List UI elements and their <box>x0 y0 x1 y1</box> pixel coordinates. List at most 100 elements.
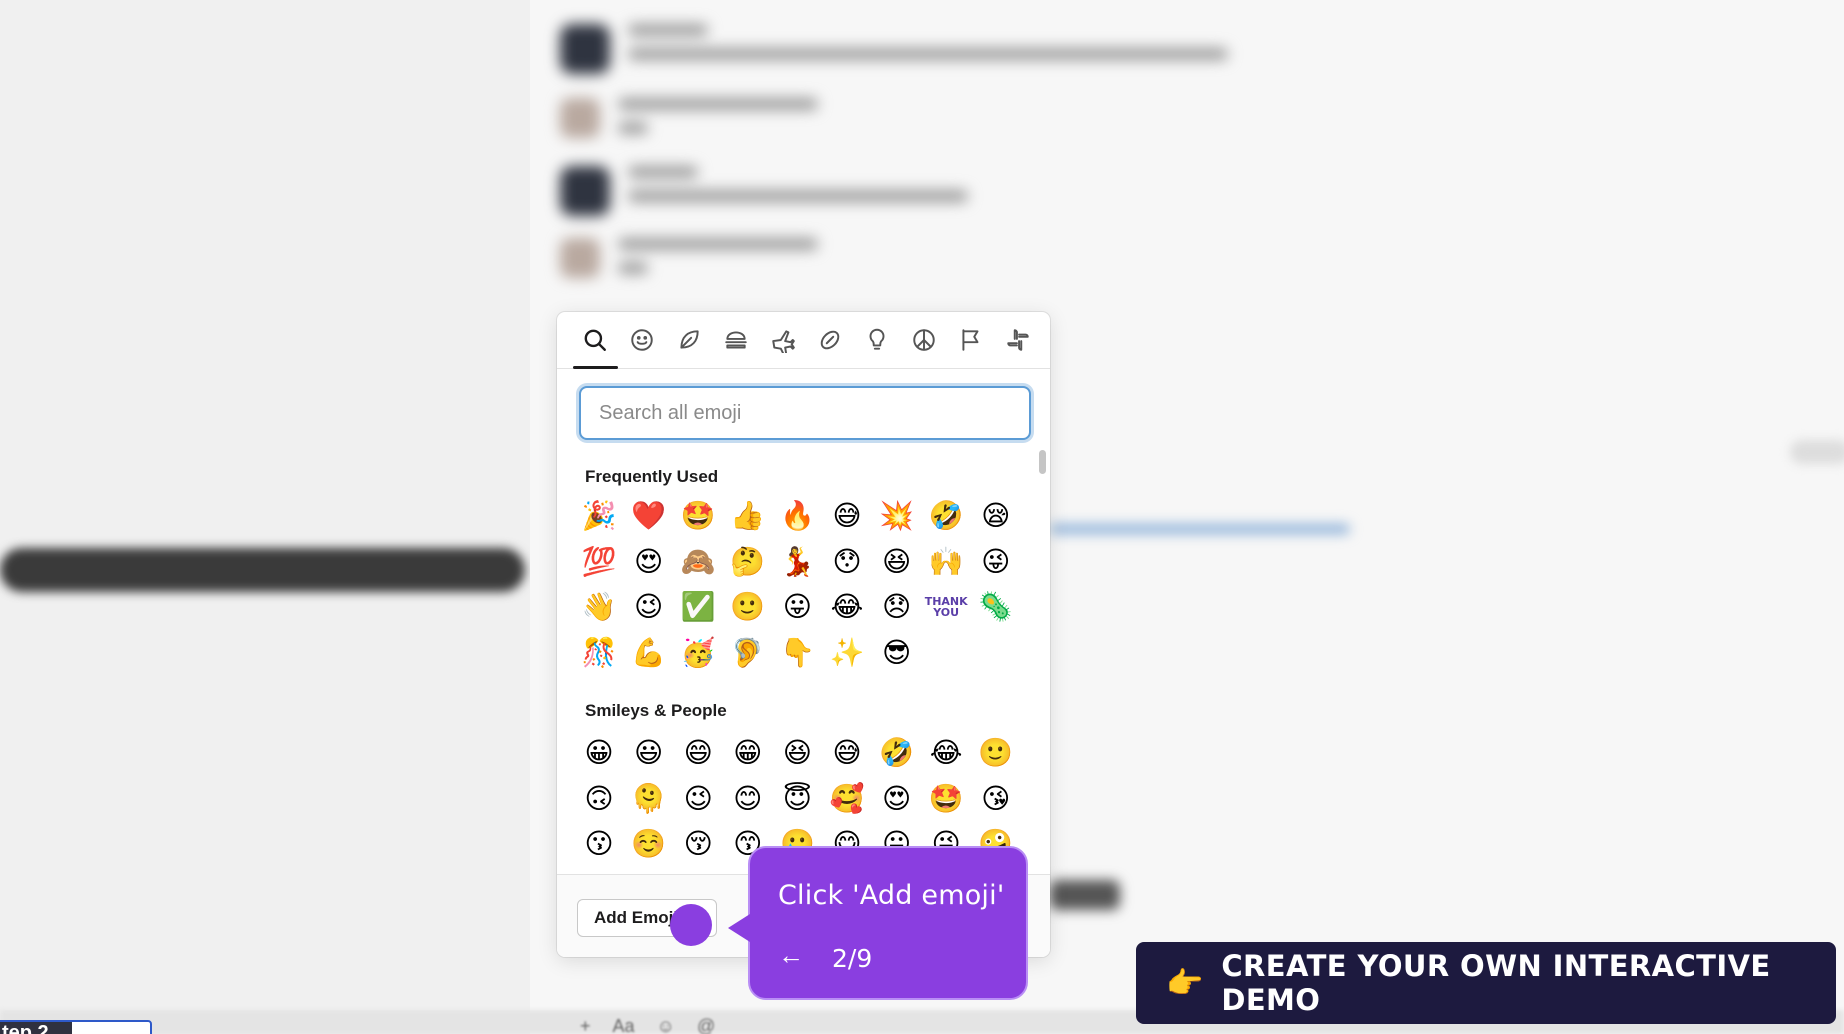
emoji-search-input[interactable] <box>579 386 1031 440</box>
blurred-link <box>1050 524 1350 534</box>
emoji-item[interactable]: 🥳 <box>678 633 718 673</box>
smiley-icon <box>630 329 653 351</box>
tab-activity[interactable] <box>806 312 853 369</box>
emoji-item[interactable]: 😅 <box>827 733 867 773</box>
emoji-item[interactable]: 🙌 <box>926 542 966 582</box>
emoji-item[interactable]: 👋 <box>579 587 619 627</box>
emoji-item[interactable]: 😘 <box>976 779 1016 819</box>
emoji-item[interactable]: 😚 <box>678 824 718 864</box>
emoji-item[interactable]: 🦠 <box>976 587 1016 627</box>
lightbulb-icon <box>869 328 884 350</box>
avatar <box>560 24 610 74</box>
emoji-item[interactable]: 😂 <box>926 733 966 773</box>
emoji-item[interactable]: 🫠 <box>629 779 669 819</box>
emoji-item[interactable]: 😯 <box>827 542 867 582</box>
emoji-list[interactable]: Frequently Used 🎉 ❤️ 🤩 👍 🔥 😅 💥 🤣 😪 💯 😍 🙈 🤔 💃 😯 😆 🙌 😜 👋 😉 ✅ 🙂 😛… <box>557 447 1037 887</box>
emoji-item[interactable]: 🦻 <box>728 633 768 673</box>
emoji-item[interactable]: 🙂 <box>728 587 768 627</box>
avatar <box>560 238 600 278</box>
pointing-hand-icon: 👉 <box>1166 966 1204 1000</box>
emoji-item[interactable]: 🔥 <box>777 496 817 536</box>
step-tag: tep 2 <box>0 1020 152 1034</box>
emoji-item[interactable]: 😆 <box>877 542 917 582</box>
emoji-item[interactable]: 😂 <box>827 587 867 627</box>
emoji-item[interactable]: 😞 <box>877 587 917 627</box>
emoji-item[interactable]: ✅ <box>678 587 718 627</box>
emoji-item[interactable]: 😉 <box>629 587 669 627</box>
emoji-item[interactable]: 👇 <box>777 633 817 673</box>
emoji-item[interactable]: 😪 <box>976 496 1016 536</box>
tab-custom[interactable] <box>994 312 1041 369</box>
emoji-item[interactable]: 😜 <box>976 542 1016 582</box>
emoji-item[interactable]: 😀 <box>579 733 619 773</box>
emoji-item[interactable]: 🙈 <box>678 542 718 582</box>
emoji-item[interactable]: 😆 <box>777 733 817 773</box>
emoji-item[interactable]: 😅 <box>827 496 867 536</box>
step-tag-label: tep 2 <box>0 1022 72 1034</box>
tab-flags[interactable] <box>947 312 994 369</box>
avatar <box>560 166 610 216</box>
blurred-composer-toolbar: + Aa ☺ @ <box>580 1016 715 1034</box>
emoji-item[interactable]: 💃 <box>777 542 817 582</box>
smiley-icon: ☺ <box>656 1016 675 1034</box>
emoji-search <box>579 386 1031 440</box>
emoji-item[interactable]: 🙃 <box>579 779 619 819</box>
emoji-item[interactable]: 😎 <box>877 633 917 673</box>
emoji-item[interactable]: 😊 <box>728 779 768 819</box>
emoji-item[interactable]: 😁 <box>728 733 768 773</box>
emoji-item[interactable]: 🤩 <box>926 779 966 819</box>
emoji-item[interactable]: 🤩 <box>678 496 718 536</box>
emoji-item[interactable]: ✨ <box>827 633 867 673</box>
emoji-item[interactable]: 😗 <box>579 824 619 864</box>
tab-symbols[interactable] <box>900 312 947 369</box>
blurred-message <box>560 238 818 286</box>
emoji-item[interactable]: 😇 <box>777 779 817 819</box>
emoji-item[interactable]: 🎉 <box>579 496 619 536</box>
tab-nature[interactable] <box>665 312 712 369</box>
airplane-icon <box>771 330 795 353</box>
peace-icon <box>912 329 935 351</box>
format-icon: Aa <box>612 1016 635 1034</box>
emoji-item[interactable]: THANK YOU <box>924 587 968 627</box>
emoji-item[interactable]: 🎊 <box>579 633 619 673</box>
emoji-item[interactable]: 💯 <box>579 542 619 582</box>
flag-icon <box>961 329 978 351</box>
emoji-item[interactable]: 💥 <box>877 496 917 536</box>
emoji-item[interactable]: 😃 <box>629 733 669 773</box>
emoji-item[interactable]: 😍 <box>877 779 917 819</box>
emoji-item[interactable]: ❤️ <box>629 496 669 536</box>
plus-icon: + <box>580 1016 591 1034</box>
emoji-item[interactable]: 🙂 <box>976 733 1016 773</box>
emoji-category-bar <box>557 312 1050 369</box>
emoji-item[interactable]: 😛 <box>777 587 817 627</box>
emoji-item[interactable]: 💪 <box>629 633 669 673</box>
tab-food[interactable] <box>712 312 759 369</box>
section-title-frequent: Frequently Used <box>585 467 719 486</box>
emoji-item[interactable]: ☺️ <box>629 824 669 864</box>
blurred-sidebar <box>0 0 530 1034</box>
emoji-item[interactable]: 😄 <box>678 733 718 773</box>
emoji-item[interactable]: 🤣 <box>926 496 966 536</box>
emoji-item[interactable]: 👍 <box>728 496 768 536</box>
create-demo-button[interactable]: 👉 CREATE YOUR OWN INTERACTIVE DEMO <box>1136 942 1836 1024</box>
slack-icon <box>1006 329 1029 351</box>
tab-travel[interactable] <box>759 312 806 369</box>
demo-hotspot[interactable] <box>670 904 712 946</box>
blurred-message <box>560 166 968 216</box>
back-arrow-icon[interactable]: ← <box>778 940 804 971</box>
tab-objects[interactable] <box>853 312 900 369</box>
emoji-item[interactable]: 🤣 <box>877 733 917 773</box>
emoji-item[interactable]: 😍 <box>629 542 669 582</box>
blurred-send-button <box>1050 880 1120 910</box>
tooltip-text: Click 'Add emoji' <box>778 880 1005 911</box>
emoji-list-scrollbar[interactable] <box>1039 450 1046 474</box>
emoji-item[interactable]: 😉 <box>678 779 718 819</box>
emoji-item[interactable]: 🥰 <box>827 779 867 819</box>
blurred-highlight-bar <box>0 548 525 592</box>
tab-search[interactable] <box>571 312 618 369</box>
emoji-item[interactable]: 🤔 <box>728 542 768 582</box>
thank-you-emoji: THANK YOU <box>924 595 968 620</box>
at-icon: @ <box>696 1016 716 1034</box>
section-title-smileys: Smileys & People <box>585 701 727 720</box>
tab-smileys[interactable] <box>618 312 665 369</box>
